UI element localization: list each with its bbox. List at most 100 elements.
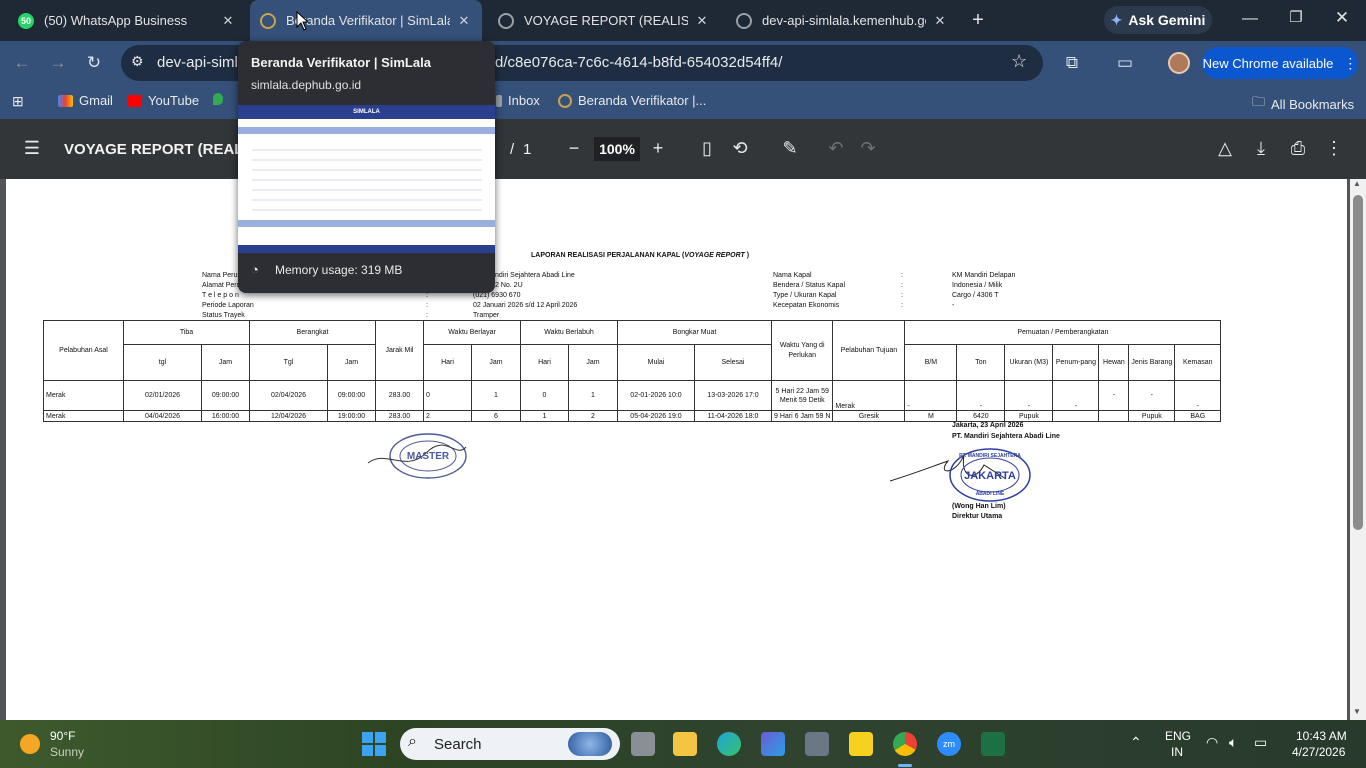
master-stamp-text: MASTER xyxy=(407,451,450,462)
forward-icon[interactable]: → xyxy=(46,51,70,75)
info-colon: : xyxy=(901,302,903,309)
language-eng[interactable]: ENG xyxy=(1165,729,1191,743)
close-tab-icon[interactable]: ✕ xyxy=(456,13,472,29)
clock-time[interactable]: 10:43 AM xyxy=(1296,729,1347,743)
zoom-icon[interactable]: zm xyxy=(937,732,961,756)
extensions-icon[interactable]: ⧉ xyxy=(1060,51,1084,75)
info-value-phone: (021) 6930 670 xyxy=(473,292,521,299)
pdf-page: LAPORAN REALISASI PERJALANAN KAPAL (VOYA… xyxy=(6,179,1347,720)
file-explorer-icon[interactable] xyxy=(673,732,697,756)
tab-dev-api[interactable]: dev-api-simlala.kemenhub.go.id ✕ xyxy=(726,0,958,41)
annotate-icon[interactable]: ✎ xyxy=(778,138,802,159)
info-colon: : xyxy=(901,292,903,299)
sign-company: PT. Mandiri Sejahtera Abadi Line xyxy=(952,433,1060,440)
zoom-level[interactable]: 100% xyxy=(594,137,640,161)
profile-avatar[interactable] xyxy=(1168,52,1190,74)
restore-button[interactable]: ❐ xyxy=(1284,8,1308,26)
report-heading: LAPORAN REALISASI PERJALANAN KAPAL (VOYA… xyxy=(531,252,750,259)
tab-whatsapp[interactable]: 50 (50) WhatsApp Business ✕ xyxy=(8,0,246,41)
gemini-icon: ✦ xyxy=(1110,11,1123,28)
site-info-icon[interactable]: ⚙ xyxy=(131,53,144,70)
ask-gemini-button[interactable]: ✦ Ask Gemini xyxy=(1104,6,1212,34)
wifi-icon[interactable]: ◠ xyxy=(1206,734,1218,751)
weather-sun-icon[interactable] xyxy=(20,734,40,754)
zoom-in-icon[interactable]: + xyxy=(646,138,670,159)
th-hewan: Hewan xyxy=(1098,344,1130,381)
undo-icon[interactable]: ↶ xyxy=(824,138,848,159)
voyage-table: Pelabuhan Asal Tiba Berangkat Jarak Mil … xyxy=(43,320,1222,422)
rotate-icon[interactable]: ⟲ xyxy=(728,138,752,159)
minimize-button[interactable]: — xyxy=(1238,10,1262,28)
bookmark-gmail[interactable]: Gmail xyxy=(58,93,113,108)
tab-hover-card: Beranda Verifikator | SimLala simlala.de… xyxy=(238,41,495,293)
bookmark-youtube[interactable]: YouTube xyxy=(127,93,199,108)
hover-card-thumbnail: SIMLALA xyxy=(238,105,495,253)
pdf-scrollbar[interactable]: ▲ ▼ xyxy=(1350,179,1366,720)
th-tgl: tgl xyxy=(123,344,202,381)
bookmark-inbox[interactable]: Inbox xyxy=(496,93,540,108)
url-end: d/c8e076ca-7c6c-4614-b8fd-654032d54ff4/ xyxy=(495,54,783,71)
print-icon[interactable]: ⎙ xyxy=(1286,138,1310,159)
new-chrome-available-button[interactable]: New Chrome available ⋮ xyxy=(1202,47,1358,79)
th-jam: Jam xyxy=(568,344,618,381)
language-in: IN xyxy=(1171,745,1183,759)
taskbar-search[interactable]: ⌕ Search xyxy=(400,728,620,760)
company-stamp-signature: JAKARTA PT. MANDIRI SEJAHTERA ABADI LINE xyxy=(889,448,1031,502)
globe-icon xyxy=(498,12,514,29)
memory-icon: ◔ xyxy=(251,262,259,277)
sticky-notes-icon[interactable] xyxy=(849,732,873,756)
cast-icon[interactable]: ▭ xyxy=(1113,51,1137,75)
gmail-icon xyxy=(58,94,73,107)
close-tab-icon[interactable]: ✕ xyxy=(694,13,710,29)
task-view-icon[interactable] xyxy=(631,732,655,756)
chrome-icon[interactable] xyxy=(893,732,917,756)
edge-icon[interactable] xyxy=(717,732,741,756)
menu-icon[interactable]: ☰ xyxy=(20,138,44,159)
volume-icon[interactable]: 🔈︎ xyxy=(1229,734,1237,751)
back-icon[interactable]: ← xyxy=(10,51,34,75)
camera-icon[interactable] xyxy=(805,732,829,756)
info-value-ship: KM Mandiri Delapan xyxy=(952,272,1016,279)
tray-chevron-icon[interactable]: ⌃ xyxy=(1130,734,1142,751)
fit-page-icon[interactable]: ▯ xyxy=(695,138,719,159)
zoom-out-icon[interactable]: − xyxy=(562,138,586,159)
more-options-icon[interactable]: ⋮ xyxy=(1322,138,1346,159)
excel-icon[interactable] xyxy=(981,732,1005,756)
bookmark-label: Beranda Verifikator |... xyxy=(578,93,707,108)
apps-grid-icon[interactable]: ⊞ xyxy=(12,93,24,110)
close-window-button[interactable]: ✕ xyxy=(1330,8,1354,28)
bookmark-star-icon[interactable]: ☆ xyxy=(1011,51,1027,72)
scroll-down-icon[interactable]: ▼ xyxy=(1353,707,1361,716)
all-bookmarks[interactable]: 🗀 All Bookmarks xyxy=(1252,93,1354,115)
drive-icon[interactable]: △ xyxy=(1213,138,1237,159)
pdf-viewport: LAPORAN REALISASI PERJALANAN KAPAL (VOYA… xyxy=(0,179,1366,720)
more-menu-icon: ⋮ xyxy=(1343,54,1358,71)
close-tab-icon[interactable]: ✕ xyxy=(220,13,236,29)
new-tab-button[interactable]: + xyxy=(966,8,990,32)
info-label-address: Alamat Peru xyxy=(202,282,241,289)
copilot-icon[interactable] xyxy=(761,732,785,756)
bookmark-maps[interactable] xyxy=(213,93,223,105)
tab-voyage-report[interactable]: VOYAGE REPORT (REALISASI) no ✕ xyxy=(488,0,720,41)
close-tab-icon[interactable]: ✕ xyxy=(932,13,948,29)
windows-start-icon[interactable] xyxy=(362,732,386,756)
reload-icon[interactable]: ↻ xyxy=(82,51,106,75)
redo-icon[interactable]: ↷ xyxy=(856,138,880,159)
battery-icon[interactable]: ▭ xyxy=(1254,734,1267,751)
download-icon[interactable]: ⤓ xyxy=(1249,138,1273,159)
th-bongkar-muat: Bongkar Muat xyxy=(617,320,772,345)
tab-title: dev-api-simlala.kemenhub.go.id xyxy=(762,13,926,28)
thumb-section-bar xyxy=(238,127,495,134)
tab-title: (50) WhatsApp Business xyxy=(44,13,188,28)
th-waktu-berlayar: Waktu Berlayar xyxy=(423,320,521,345)
bookmark-beranda[interactable]: Beranda Verifikator |... xyxy=(558,93,706,108)
weather-desc: Sunny xyxy=(50,745,85,759)
thumb-footer-bar xyxy=(238,245,495,253)
bookmark-label: YouTube xyxy=(148,93,200,108)
info-value-flag: Indonesia / Milik xyxy=(952,282,1003,289)
tab-simlala[interactable]: Beranda Verifikator | SimLala ✕ xyxy=(250,0,482,41)
scroll-up-icon[interactable]: ▲ xyxy=(1353,179,1361,188)
stamp-city-text: JAKARTA xyxy=(964,470,1016,482)
weather-temp[interactable]: 90°F xyxy=(50,729,75,743)
scrollbar-thumb[interactable] xyxy=(1353,195,1363,530)
